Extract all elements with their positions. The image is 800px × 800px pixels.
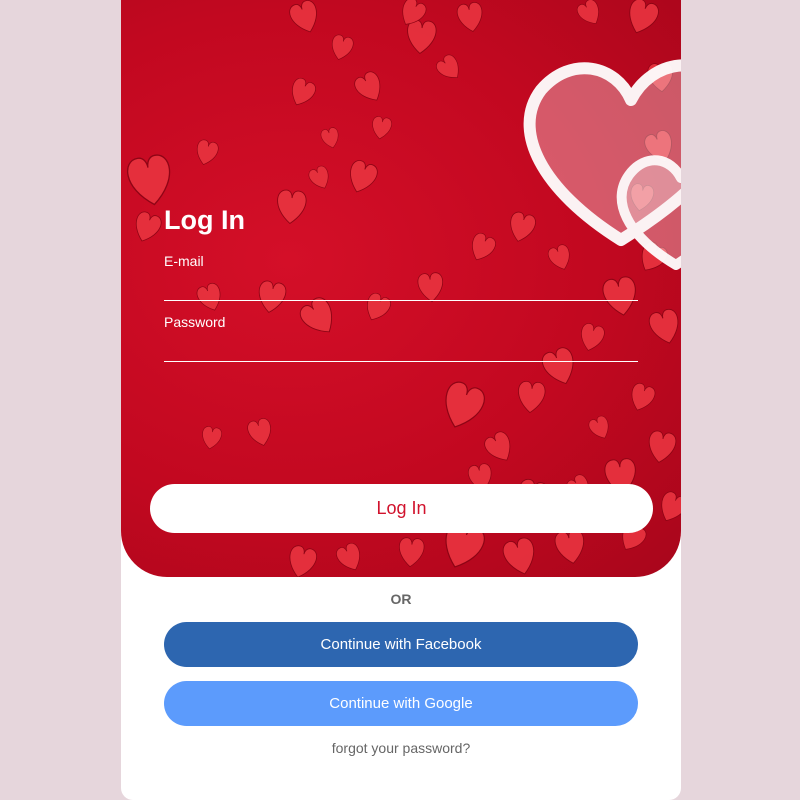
email-field[interactable] — [164, 274, 638, 301]
password-label: Password — [164, 314, 226, 330]
login-card: Log In E-mail Password Log In OR Continu… — [121, 0, 681, 800]
facebook-login-button[interactable]: Continue with Facebook — [164, 622, 638, 667]
hero-panel: Log In E-mail Password Log In — [121, 0, 681, 577]
page-title: Log In — [164, 205, 245, 235]
or-divider: OR — [390, 591, 412, 607]
double-heart-icon — [523, 59, 681, 270]
login-button[interactable]: Log In — [150, 484, 653, 533]
password-field[interactable] — [164, 335, 638, 362]
email-label: E-mail — [164, 253, 204, 269]
forgot-password-link[interactable]: forgot your password? — [121, 740, 681, 756]
google-login-button[interactable]: Continue with Google — [164, 681, 638, 726]
